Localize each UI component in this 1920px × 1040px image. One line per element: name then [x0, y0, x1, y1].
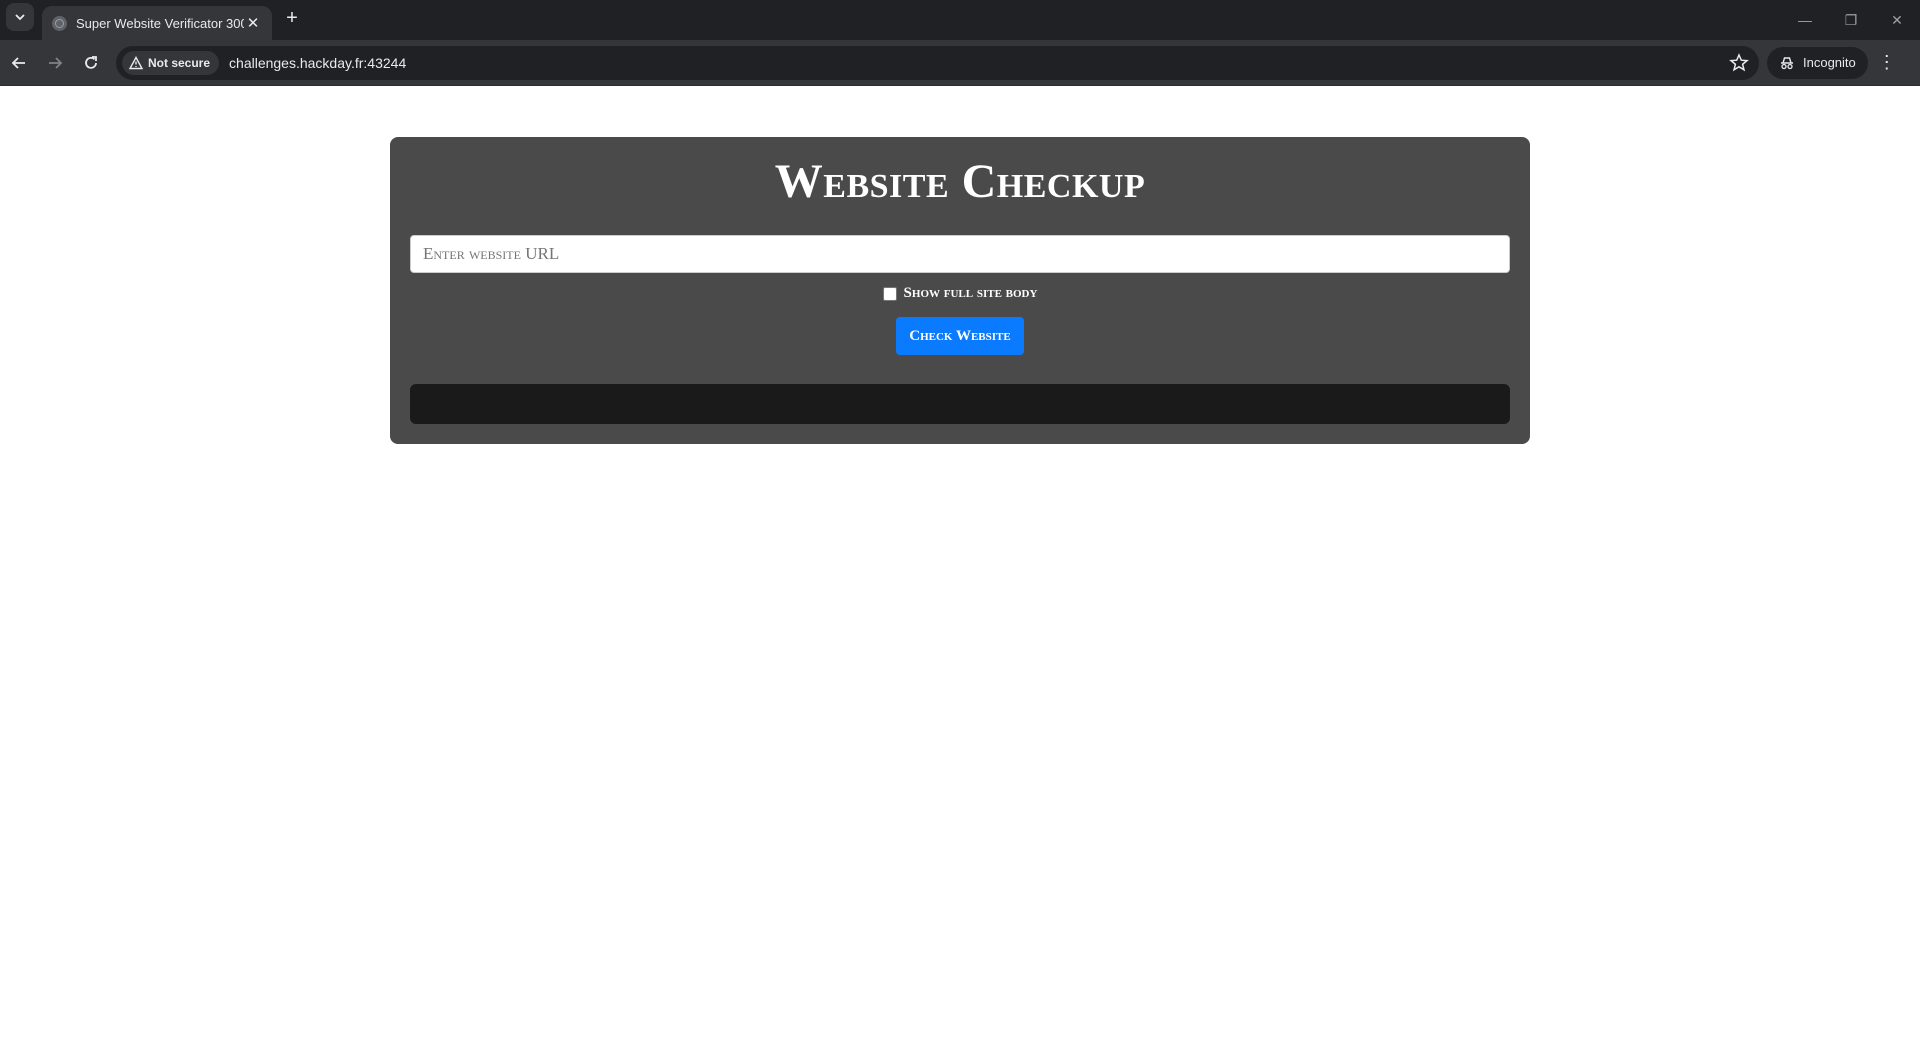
globe-icon: [52, 15, 67, 31]
forward-arrow-icon: [49, 56, 63, 69]
page-title: Website Checkup: [774, 155, 1146, 208]
browser-menu-icon[interactable]: ⋮: [1872, 46, 1902, 80]
security-label: Not secure: [148, 55, 211, 70]
incognito-label: Incognito: [1803, 55, 1856, 70]
browser-tab[interactable]: Super Website Verificator 3000 ✕: [42, 6, 272, 40]
incognito-icon: [1781, 56, 1793, 69]
back-button[interactable]: [2, 46, 36, 80]
security-chip[interactable]: Not secure: [122, 50, 220, 75]
new-tab-button[interactable]: +: [278, 5, 306, 33]
close-tab-icon[interactable]: ✕: [244, 14, 262, 32]
check-website-button[interactable]: Check Website: [896, 317, 1024, 355]
minimize-button[interactable]: —: [1782, 0, 1828, 40]
address-bar[interactable]: Not secure challenges.hackday.fr:43244: [116, 45, 1759, 80]
tab-title: Super Website Verificator 3000: [76, 15, 244, 31]
window-controls: — ❐ ✕: [1782, 0, 1920, 40]
forward-button[interactable]: [38, 46, 72, 80]
browser-toolbar: Not secure challenges.hackday.fr:43244 I…: [0, 40, 1920, 86]
url-input[interactable]: [410, 235, 1510, 273]
restore-button[interactable]: ❐: [1828, 0, 1874, 40]
browser-tab-bar: Super Website Verificator 3000 ✕ + — ❐ ✕: [0, 0, 1920, 40]
bookmark-star-icon[interactable]: [1729, 52, 1749, 73]
reload-icon: [85, 55, 97, 69]
page-content: Website Checkup Show full site body Chec…: [0, 86, 1920, 1040]
reload-button[interactable]: [74, 46, 108, 80]
back-arrow-icon: [11, 56, 25, 69]
chevron-down-icon: [15, 14, 25, 21]
url-text[interactable]: challenges.hackday.fr:43244: [229, 55, 406, 71]
close-window-button[interactable]: ✕: [1874, 0, 1920, 40]
checkup-card: Website Checkup Show full site body Chec…: [390, 137, 1530, 444]
tab-search-button[interactable]: [6, 3, 34, 31]
result-output: [410, 384, 1510, 424]
warning-icon: [129, 55, 143, 69]
show-body-option: Show full site body: [390, 285, 1530, 302]
incognito-badge[interactable]: Incognito: [1767, 46, 1868, 79]
show-body-checkbox[interactable]: [882, 286, 897, 301]
show-body-label[interactable]: Show full site body: [904, 285, 1038, 302]
